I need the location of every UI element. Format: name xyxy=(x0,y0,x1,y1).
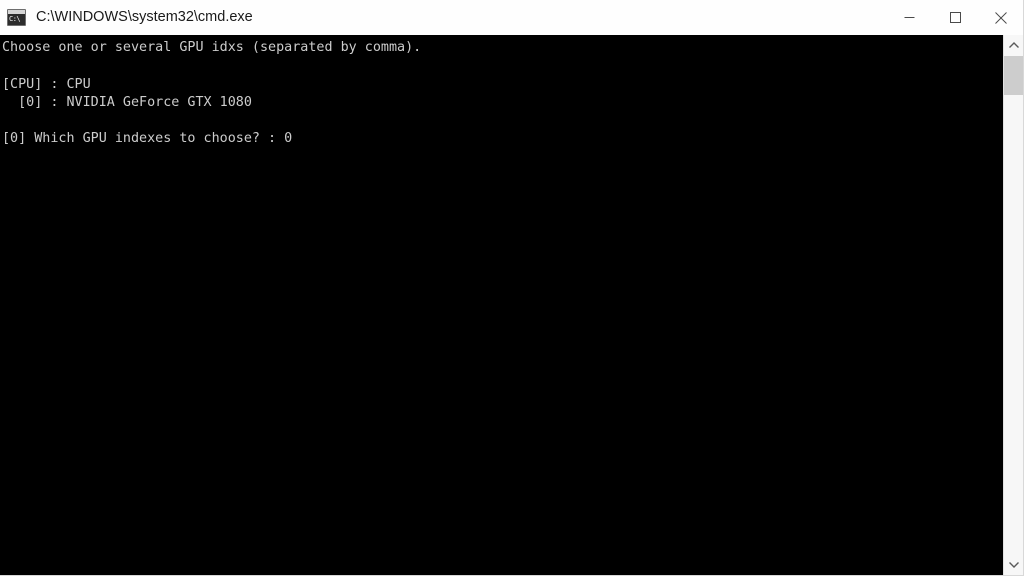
close-button[interactable] xyxy=(978,0,1024,35)
minimize-icon xyxy=(904,17,914,18)
scroll-down-button[interactable] xyxy=(1004,554,1024,575)
chevron-up-icon xyxy=(1009,42,1019,48)
window-controls xyxy=(886,0,1024,35)
scrollbar-thumb[interactable] xyxy=(1004,56,1024,95)
console-text: Choose one or several GPU idxs (separate… xyxy=(2,40,422,147)
maximize-icon xyxy=(949,12,961,23)
vertical-scrollbar[interactable] xyxy=(1003,35,1024,575)
window-title: C:\WINDOWS\system32\cmd.exe xyxy=(36,9,253,25)
cmd-window: C:\ C:\WINDOWS\system32\cmd.exe Choose o… xyxy=(0,0,1024,583)
window-bottom-frame xyxy=(0,575,1024,583)
minimize-button[interactable] xyxy=(886,0,932,35)
scroll-up-button[interactable] xyxy=(1004,35,1024,56)
maximize-button[interactable] xyxy=(932,0,978,35)
cmd-icon-label: C:\ xyxy=(9,15,21,23)
title-bar[interactable]: C:\ C:\WINDOWS\system32\cmd.exe xyxy=(0,0,1024,35)
scrollbar-track[interactable] xyxy=(1004,56,1024,554)
cmd-exe-icon: C:\ xyxy=(7,9,26,26)
close-icon xyxy=(995,11,1007,24)
console-output-area[interactable]: Choose one or several GPU idxs (separate… xyxy=(0,35,1003,575)
chevron-down-icon xyxy=(1009,562,1019,568)
title-bar-left: C:\ C:\WINDOWS\system32\cmd.exe xyxy=(0,0,886,35)
window-bottom-border xyxy=(0,575,1024,576)
